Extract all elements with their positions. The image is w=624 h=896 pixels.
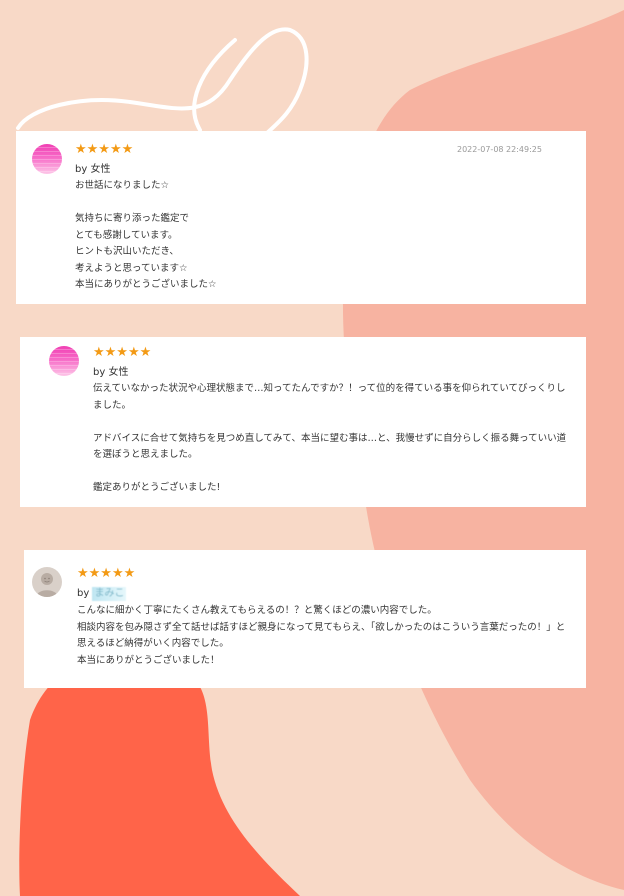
- review-text: こんなに細かく丁寧にたくさん教えてもらえるの！？と驚くほどの濃い内容でした。 相…: [77, 605, 566, 666]
- by-prefix: by: [77, 588, 90, 599]
- default-user-avatar-icon: [32, 567, 62, 597]
- review-author: by 女性: [75, 163, 110, 177]
- star-rating: ★★★★★: [77, 566, 136, 581]
- coral-blob: [19, 658, 300, 896]
- review-author: by まみこ: [77, 587, 127, 601]
- review-card: ★★★★★ 2022-07-08 22:49:25 by 女性 お世話になりまし…: [16, 131, 586, 304]
- author-name: まみこ: [92, 587, 127, 601]
- review-text: 伝えていなかった状況や心理状態まで…知ってたんですか？！って位的を得ている事を仰…: [93, 383, 567, 493]
- review-author: by 女性: [93, 366, 128, 380]
- review-text: お世話になりました☆ 気持ちに寄り添った鑑定で とても感謝しています。 ヒントも…: [75, 180, 217, 290]
- review-date: 2022-07-08 22:49:25: [457, 145, 542, 154]
- star-rating: ★★★★★: [93, 345, 152, 360]
- pink-avatar-icon: [32, 144, 62, 174]
- pink-avatar-icon: [49, 346, 79, 376]
- star-rating: ★★★★★: [75, 142, 134, 157]
- review-card: ★★★★★ by まみこ こんなに細かく丁寧にたくさん教えてもらえるの！？と驚く…: [24, 550, 586, 688]
- white-swirl-line: [16, 27, 309, 137]
- author-name: 女性: [108, 367, 129, 378]
- by-prefix: by: [93, 367, 106, 378]
- by-prefix: by: [75, 164, 88, 175]
- review-card: ★★★★★ by 女性 伝えていなかった状況や心理状態まで…知ってたんですか？！…: [20, 337, 586, 507]
- author-name: 女性: [90, 164, 111, 175]
